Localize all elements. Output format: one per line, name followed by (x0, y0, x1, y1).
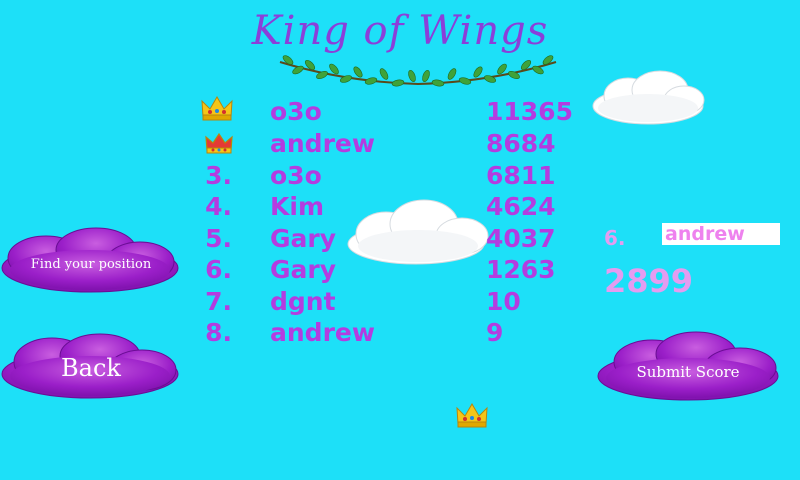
gold-crown-icon (201, 96, 233, 121)
leaderboard-score: 6811 (486, 161, 556, 190)
leaderboard-score: 11365 (486, 97, 573, 126)
back-button[interactable]: Back (0, 330, 182, 406)
red-crown-icon (205, 132, 233, 154)
leaderboard-name: o3o (270, 97, 322, 126)
leaderboard-score: 9 (486, 318, 504, 347)
leaderboard-name: dgnt (270, 287, 336, 316)
leaderboard-score: 4624 (486, 192, 556, 221)
leaderboard-name: o3o (270, 161, 322, 190)
vine-icon (279, 55, 557, 87)
leaderboard-score: 1263 (486, 255, 556, 284)
leaderboard-rank: 6. (205, 255, 232, 284)
leaderboard-score: 10 (486, 287, 521, 316)
player-rank: 6. (604, 226, 626, 250)
leaderboard-name: Kim (270, 192, 324, 221)
leaderboard-score: 8684 (486, 129, 556, 158)
leaderboard-rank: 4. (205, 192, 232, 221)
leaderboard-score: 4037 (486, 224, 556, 253)
leaderboard-rank: 3. (205, 161, 232, 190)
leaderboard-name: Gary (270, 255, 337, 284)
leaderboard-rank: 7. (205, 287, 232, 316)
find-position-label: Find your position (30, 256, 152, 272)
cloud-icon (347, 199, 489, 265)
leaderboard-name: andrew (270, 318, 375, 347)
leaderboard-rank: 5. (205, 224, 232, 253)
gold-crown-icon (456, 403, 488, 428)
submit-score-label: Submit Score (636, 363, 740, 381)
back-label: Back (61, 354, 121, 382)
cloud-icon (592, 70, 705, 125)
leaderboard-name: andrew (270, 129, 375, 158)
leaderboard-name: Gary (270, 224, 337, 253)
player-name-input[interactable] (662, 223, 780, 245)
player-score: 2899 (604, 262, 694, 300)
find-position-button[interactable]: Find your position (0, 224, 182, 300)
submit-score-button[interactable]: Submit Score (594, 330, 782, 406)
leaderboard-rank: 8. (205, 318, 232, 347)
